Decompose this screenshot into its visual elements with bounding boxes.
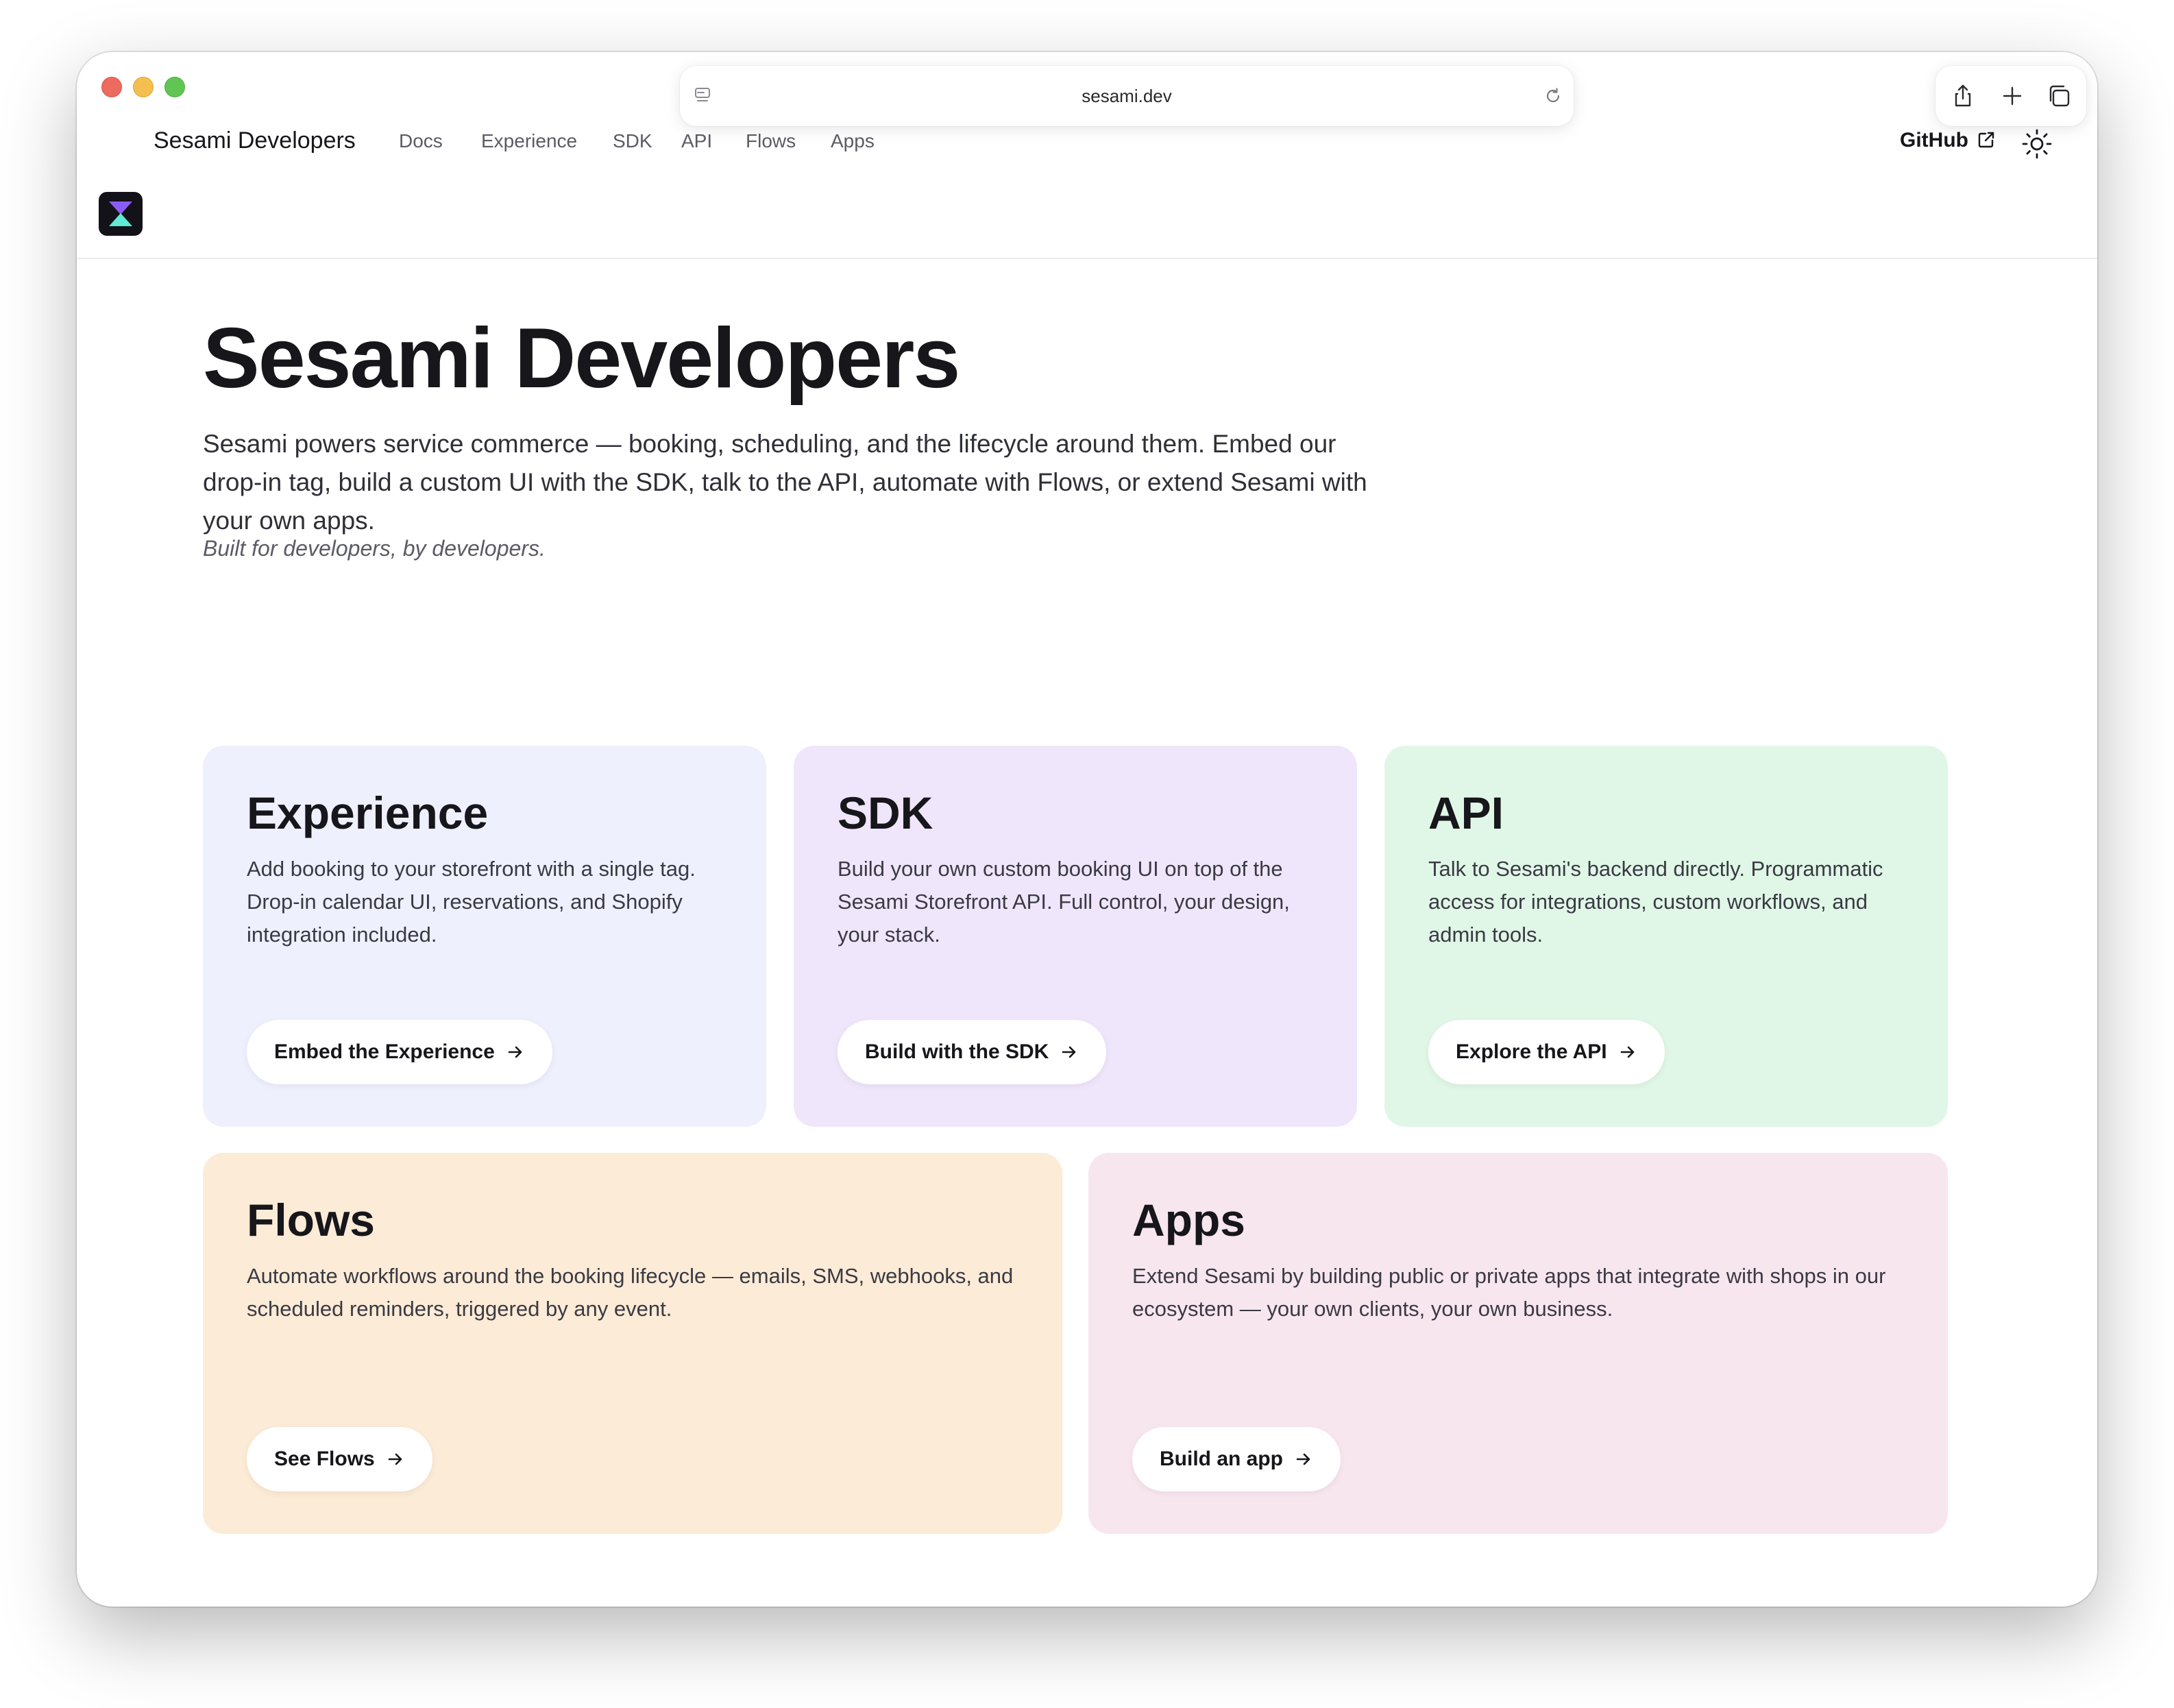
browser-window: sesami.dev Sesami Developers Docs Experi… bbox=[77, 52, 2097, 1607]
nav-experience[interactable]: Experience bbox=[481, 130, 577, 152]
button-label: See Flows bbox=[274, 1448, 375, 1470]
card-title: Flows bbox=[247, 1195, 376, 1245]
share-icon[interactable] bbox=[1949, 82, 1977, 110]
card-description: Talk to Sesami's backend directly. Progr… bbox=[1428, 857, 1883, 947]
theme-toggle-icon[interactable] bbox=[2020, 127, 2053, 160]
address-bar[interactable]: sesami.dev bbox=[680, 66, 1574, 126]
button-label: Build with the SDK bbox=[865, 1040, 1049, 1063]
zoom-window-button[interactable] bbox=[164, 77, 185, 97]
card-description: Automate workflows around the booking li… bbox=[247, 1264, 1014, 1321]
brand-name[interactable]: Sesami Developers bbox=[154, 127, 356, 154]
button-label: Build an app bbox=[1160, 1448, 1283, 1470]
arrow-right-icon bbox=[1620, 1046, 1634, 1058]
page-title: Sesami Developers bbox=[203, 311, 960, 406]
explore-api-button[interactable]: Explore the API bbox=[1428, 1020, 1665, 1084]
url-text[interactable]: sesami.dev bbox=[680, 66, 1574, 126]
see-flows-button[interactable]: See Flows bbox=[247, 1427, 432, 1491]
site-header bbox=[77, 123, 2097, 259]
card-title: Experience bbox=[247, 788, 489, 838]
browser-toolbar: sesami.dev bbox=[77, 52, 2097, 126]
card-title: API bbox=[1428, 788, 1504, 838]
minimize-window-button[interactable] bbox=[133, 77, 154, 97]
card-description: Add booking to your storefront with a si… bbox=[247, 857, 696, 947]
reload-icon[interactable] bbox=[1542, 85, 1564, 107]
external-link-icon bbox=[1977, 130, 1996, 149]
close-window-button[interactable] bbox=[101, 77, 122, 97]
card-experience: Experience Add booking to your storefron… bbox=[203, 746, 766, 1127]
card-title: Apps bbox=[1132, 1195, 1245, 1245]
arrow-right-icon bbox=[1062, 1046, 1076, 1058]
arrow-right-icon bbox=[508, 1046, 522, 1058]
browser-actions bbox=[1935, 66, 2086, 126]
nav-api[interactable]: API bbox=[681, 130, 712, 152]
hero-description: Sesami powers service commerce — booking… bbox=[203, 430, 1367, 535]
card-api: API Talk to Sesami's backend directly. P… bbox=[1384, 746, 1948, 1127]
build-app-button[interactable]: Build an app bbox=[1132, 1427, 1341, 1491]
nav-flows[interactable]: Flows bbox=[746, 130, 796, 152]
button-label: Explore the API bbox=[1456, 1040, 1607, 1063]
button-label: Embed the Experience bbox=[274, 1040, 495, 1063]
sesami-logo-icon[interactable] bbox=[99, 192, 143, 236]
card-title: SDK bbox=[838, 788, 933, 838]
arrow-right-icon bbox=[1296, 1453, 1310, 1465]
github-link[interactable]: GitHub bbox=[1900, 129, 1968, 152]
card-sdk: SDK Build your own custom booking UI on … bbox=[794, 746, 1357, 1127]
card-description: Build your own custom booking UI on top … bbox=[838, 857, 1290, 947]
tab-overview-icon[interactable] bbox=[2045, 82, 2073, 110]
embed-experience-button[interactable]: Embed the Experience bbox=[247, 1020, 552, 1084]
arrow-right-icon bbox=[388, 1453, 402, 1465]
card-flows: Flows Automate workflows around the book… bbox=[203, 1153, 1062, 1534]
build-with-sdk-button[interactable]: Build with the SDK bbox=[838, 1020, 1107, 1084]
hero-tagline: Built for developers, by developers. bbox=[203, 536, 546, 561]
card-apps: Apps Extend Sesami by building public or… bbox=[1088, 1153, 1948, 1534]
nav-sdk[interactable]: SDK bbox=[613, 130, 652, 152]
new-tab-icon[interactable] bbox=[1999, 82, 2026, 110]
nav-apps[interactable]: Apps bbox=[831, 130, 875, 152]
nav-docs[interactable]: Docs bbox=[399, 130, 443, 152]
card-description: Extend Sesami by building public or priv… bbox=[1132, 1264, 1886, 1321]
